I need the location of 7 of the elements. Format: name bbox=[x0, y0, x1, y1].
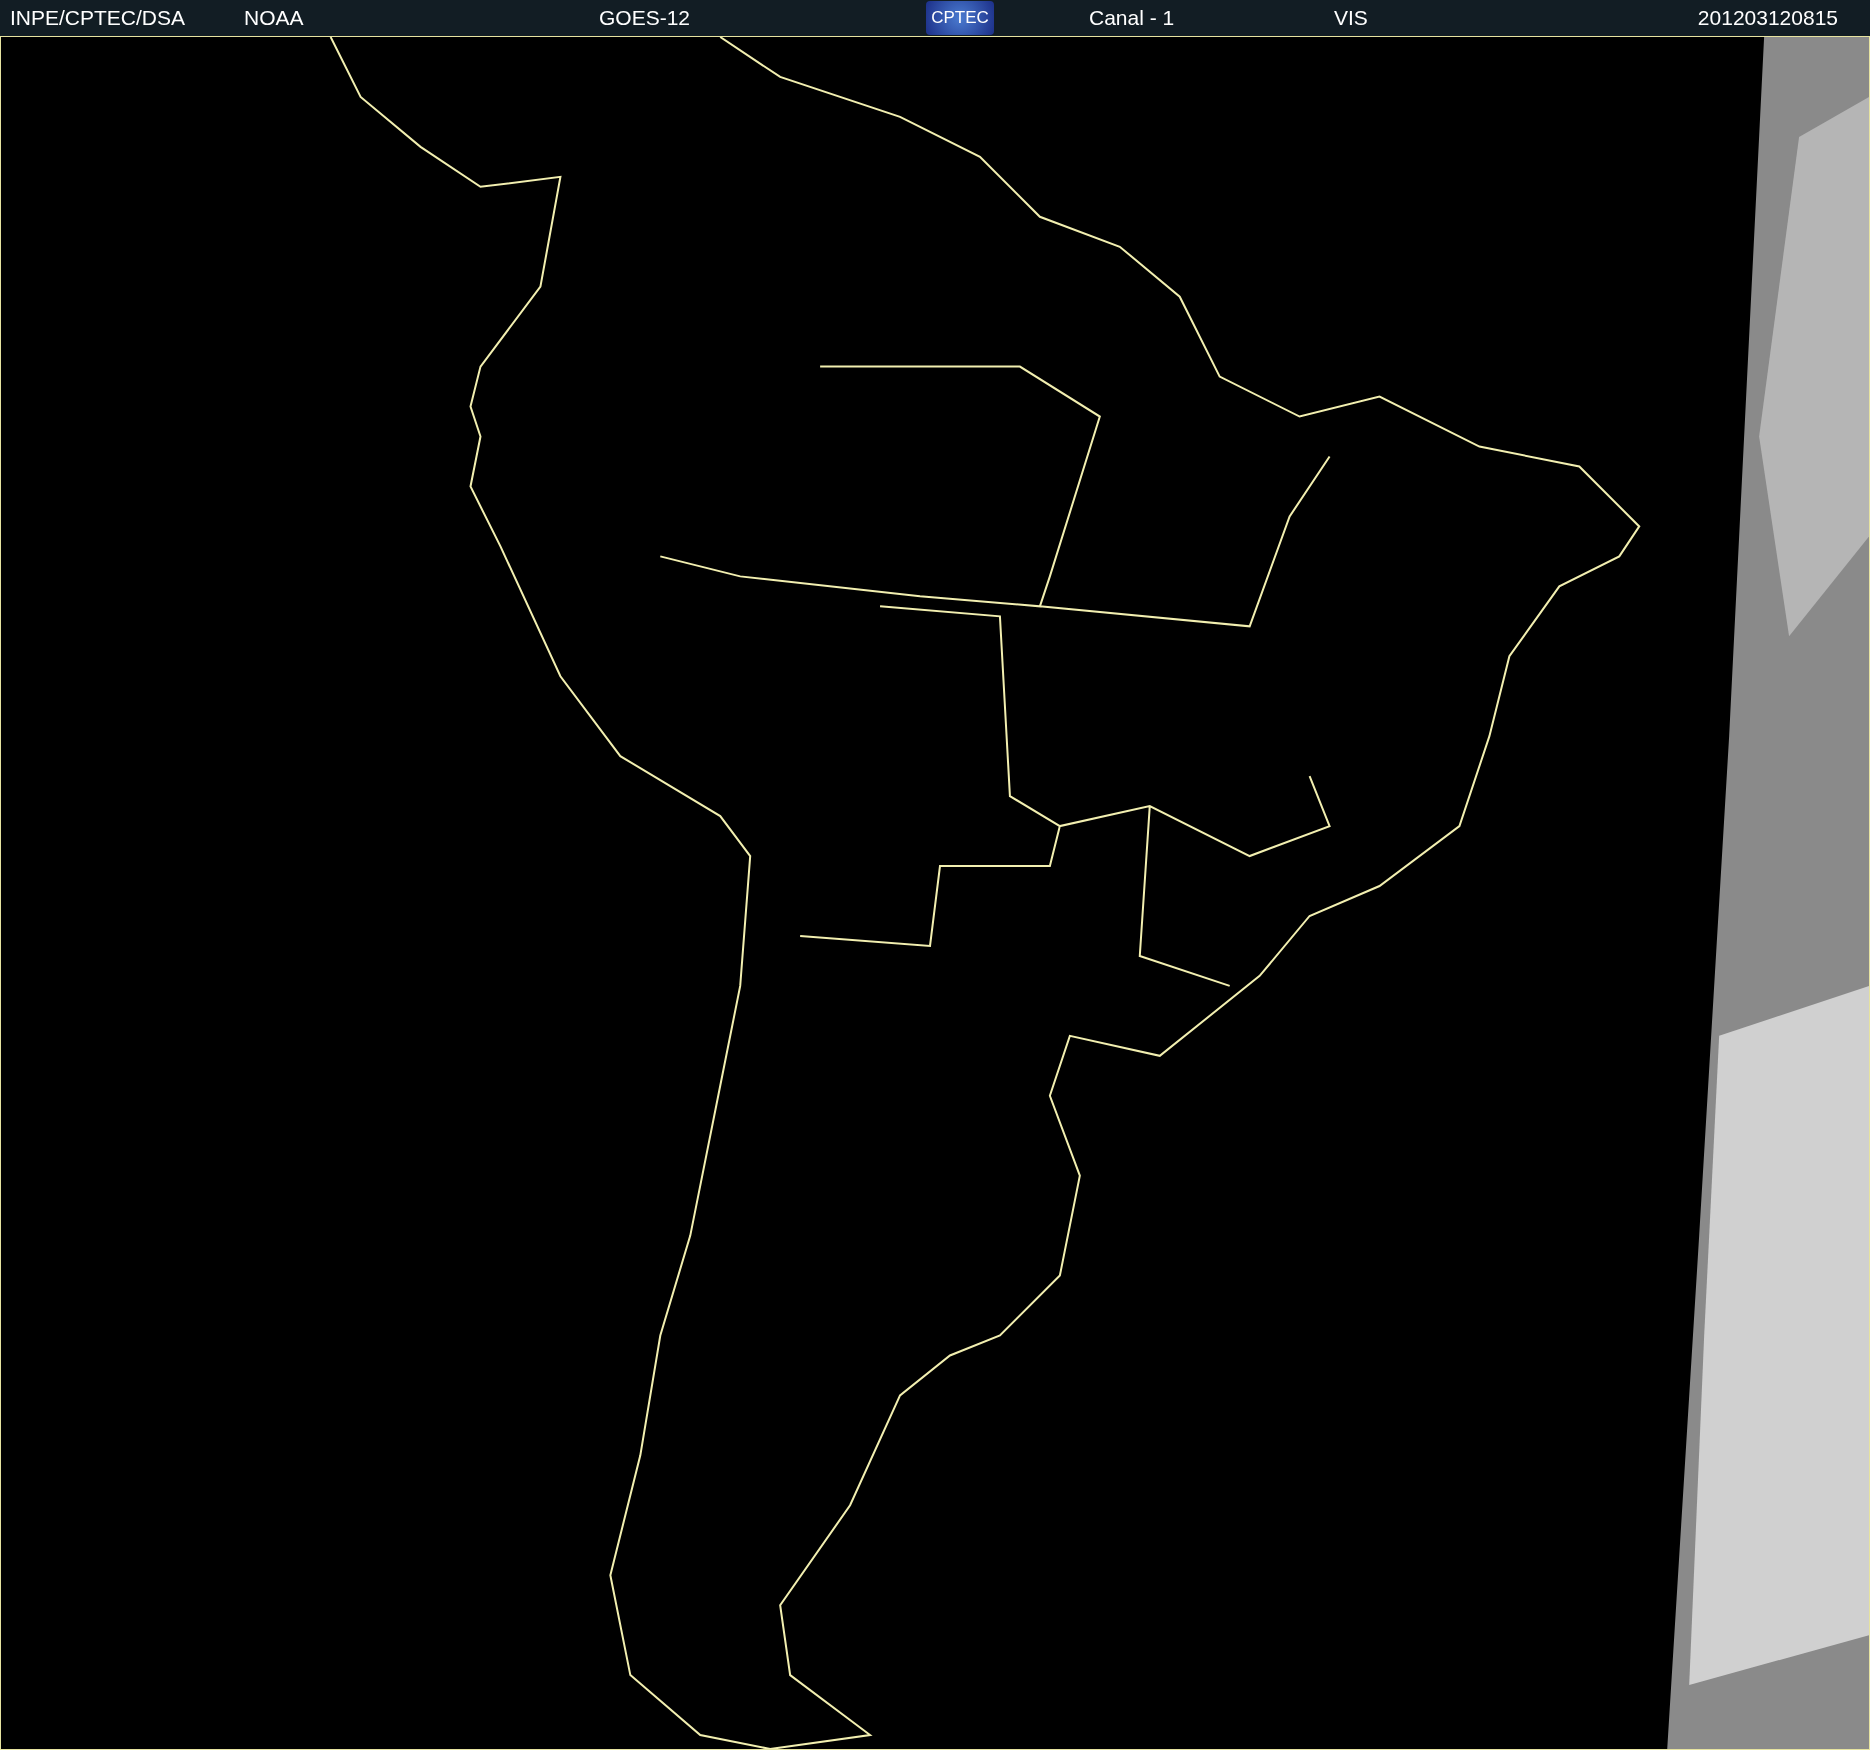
logo: CPTEC bbox=[926, 1, 994, 35]
channel-label: Canal - 1 bbox=[1089, 6, 1176, 30]
source-label: INPE/CPTEC/DSA bbox=[10, 6, 187, 30]
satellite-label: GOES-12 bbox=[599, 6, 692, 30]
band-label: VIS bbox=[1334, 6, 1369, 30]
timestamp: 201203120815 bbox=[1697, 6, 1838, 30]
agency-label: NOAA bbox=[244, 6, 305, 30]
